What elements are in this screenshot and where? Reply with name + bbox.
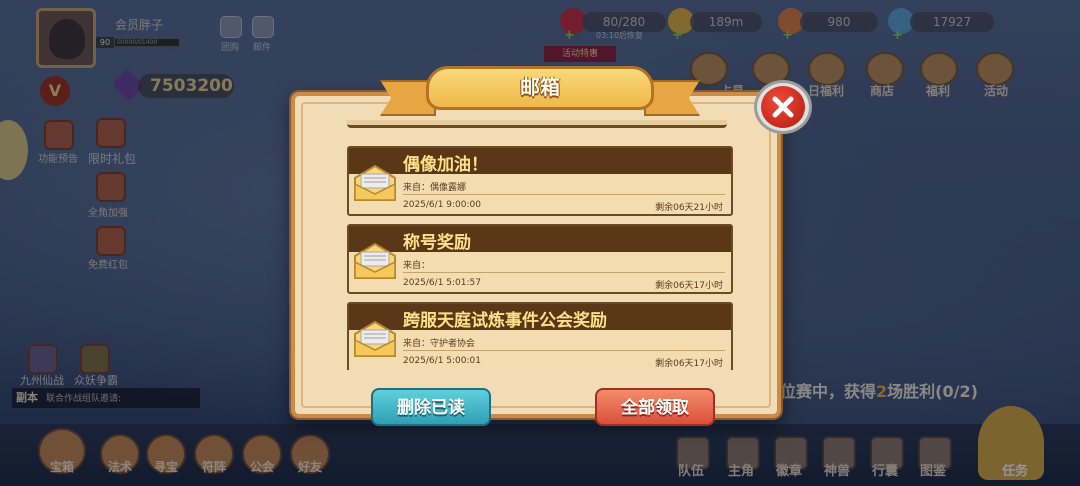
mail-item[interactable]: 偶像加油！ 来自：偶像露娜 2025/6/1 9:00:00 剩余06天21小时: [347, 146, 733, 216]
dialog-title: 邮箱: [426, 66, 654, 110]
mailbox-dialog: 偶像加油！ 来自：偶像露娜 2025/6/1 9:00:00 剩余06天21小时…: [291, 92, 781, 426]
mail-item[interactable]: 称号奖励 来自： 2025/6/1 5:01:57 剩余06天17小时: [347, 224, 733, 294]
mail-divider: [403, 350, 725, 351]
envelope-icon: [354, 164, 396, 201]
mail-date: 2025/6/1 9:00:00: [403, 200, 481, 210]
envelope-icon: [354, 320, 396, 357]
mail-date: 2025/6/1 5:00:01: [403, 356, 481, 366]
delete-read-button[interactable]: 删除已读: [371, 388, 491, 426]
mail-sender: 来自：守护者协会: [403, 339, 476, 349]
mail-divider: [403, 272, 725, 273]
mail-time-remaining: 剩余06天17小时: [655, 359, 723, 369]
close-button[interactable]: [754, 80, 812, 134]
mail-divider: [403, 194, 725, 195]
envelope-icon: [354, 242, 396, 279]
mail-date: 2025/6/1 5:01:57: [403, 278, 481, 288]
mail-list[interactable]: 偶像加油！ 来自：偶像露娜 2025/6/1 9:00:00 剩余06天21小时…: [341, 120, 733, 370]
mail-title: 偶像加油！: [403, 155, 488, 175]
mail-time-remaining: 剩余06天21小时: [655, 203, 723, 213]
close-icon: [761, 86, 805, 128]
dialog-title-ribbon: 邮箱: [380, 62, 700, 122]
mail-item[interactable]: 跨服天庭试炼事件公会奖励 来自：守护者协会 2025/6/1 5:00:01 剩…: [347, 302, 733, 370]
mail-sender: 来自：: [403, 261, 431, 271]
mail-time-remaining: 剩余06天17小时: [655, 281, 723, 291]
claim-all-button[interactable]: 全部领取: [595, 388, 715, 426]
mail-sender: 来自：偶像露娜: [403, 183, 467, 193]
mail-title: 称号奖励: [403, 233, 471, 253]
mail-title: 跨服天庭试炼事件公会奖励: [403, 311, 607, 331]
